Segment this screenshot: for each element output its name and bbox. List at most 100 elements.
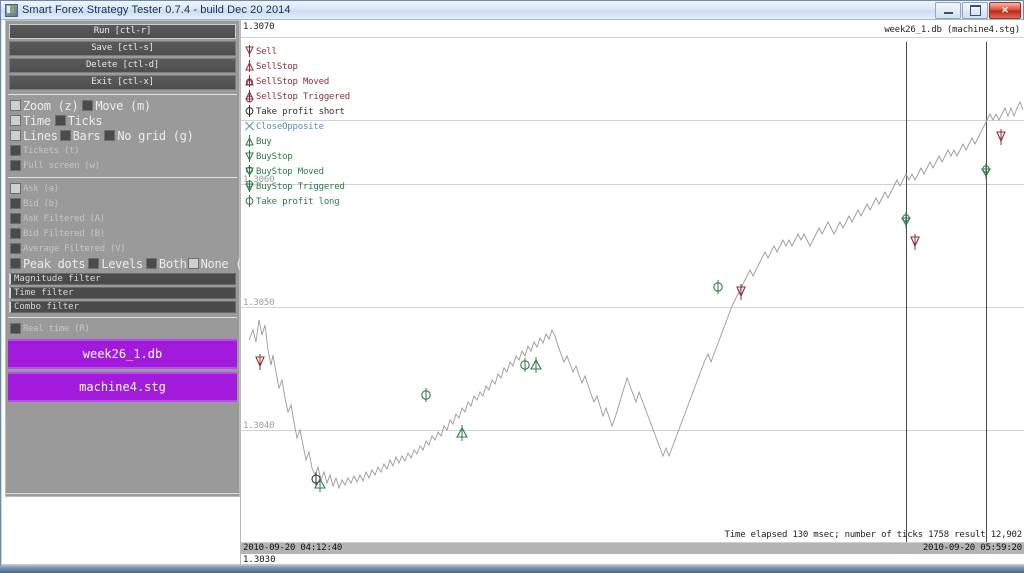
lines-checkbox[interactable] [10,130,21,141]
no-grid-label: No grid (g) [117,128,194,143]
both-checkbox[interactable] [145,258,157,269]
bid-filtered-row: Bid Filtered (B) [6,226,239,241]
buystop-triggered-marker-icon [245,180,254,193]
window-controls: ✕ [935,2,1021,19]
move-label: Move (m) [95,98,151,113]
no-grid-checkbox[interactable] [104,130,116,141]
legend-item: SellStop Triggered [244,89,350,104]
legend-label: SellStop [256,61,298,72]
ask-filtered-row: Ask Filtered (A) [6,211,239,226]
time-label: Time [23,113,51,128]
close-button[interactable]: ✕ [989,2,1021,19]
legend-item: BuyStop [244,149,350,164]
legend-item: Take profit short [244,104,350,119]
combo-filter-input[interactable]: Combo filter [9,301,236,313]
zoom-label: Zoom (z) [23,98,79,113]
title-bar[interactable]: Smart Forex Strategy Tester 0.7.4 - buil… [1,1,1023,20]
realtime-label: Real time (R) [23,323,90,334]
peak-mode-row: Peak dots Levels Both None (P) [6,256,256,271]
db-file-button[interactable]: week26_1.db [8,339,237,369]
sell-marker-icon [245,45,254,57]
legend-item: Buy [244,134,350,149]
ticks-checkbox[interactable] [54,115,66,126]
bid-label: Bid (b) [23,198,59,209]
sellstop-marker-icon [245,60,254,72]
run-status-text: Time elapsed 130 msec; number of ticks 1… [724,530,1023,540]
legend-label: SellStop Triggered [256,91,350,102]
legend-label: Take profit short [256,106,345,117]
fullscreen-checkbox[interactable] [10,160,21,171]
realtime-checkbox[interactable] [10,323,21,334]
view-mode-row-3: Lines Bars No grid (g) [6,128,239,143]
legend-item: CloseOpposite [244,119,350,134]
none-checkbox[interactable] [187,258,199,269]
sellstop-moved-marker-icon [245,75,254,87]
average-filtered-checkbox[interactable] [10,243,21,254]
legend-label: Take profit long [256,196,340,207]
sidebar-bottom-divider [6,493,239,494]
time-checkbox[interactable] [10,115,21,126]
fullscreen-label: Full screen (w) [23,160,100,171]
divider [8,94,237,95]
bars-checkbox[interactable] [59,130,71,141]
bid-checkbox[interactable] [10,198,21,209]
bid-filtered-label: Bid Filtered (B) [23,228,105,239]
bid-row: Bid (b) [6,196,239,211]
vertical-cursor-lines [906,42,987,553]
both-label: Both [158,256,187,271]
fullscreen-row: Full screen (w) [6,158,239,173]
buystop-moved-marker-icon [245,165,254,177]
lines-label: Lines [23,128,58,143]
ask-checkbox[interactable] [10,183,21,194]
divider-2 [8,177,237,178]
time-axis-bar[interactable]: 2010-09-20 04:12:40 2010-09-20 05:59:20 [241,542,1024,554]
time-filter-input[interactable]: Time filter [9,287,236,299]
peak-dots-checkbox[interactable] [10,258,21,269]
y-axis-label-2: 1.3050 [243,298,275,308]
buystop-marker-icon [245,150,254,162]
legend-item: SellStop Moved [244,74,350,89]
price-plot [241,37,1024,554]
legend-label: CloseOpposite [256,121,324,132]
time-start-label: 2010-09-20 04:12:40 [243,543,343,553]
tickets-label: Tickets (t) [23,145,80,156]
legend-item: SellStop [244,59,350,74]
maximize-button[interactable] [962,2,988,19]
take-profit-short-marker-icon [245,105,254,117]
save-button[interactable]: Save [ctl-s] [9,41,236,56]
legend-item: Take profit long [244,194,350,209]
levels-label: Levels [101,256,143,271]
legend-item: BuyStop Moved [244,164,350,179]
legend-item: Sell [244,44,350,59]
chart-panel[interactable]: 1.3070 week26_1.db (machine4.stg) 1.3060… [240,20,1024,565]
ask-label: Ask (a) [23,183,59,194]
delete-button[interactable]: Delete [ctl-d] [9,58,236,73]
legend-label: Buy [256,136,272,147]
zoom-checkbox[interactable] [10,100,21,111]
exit-button[interactable]: Exit [ctl-x] [9,75,236,90]
minimize-button[interactable] [935,2,961,19]
levels-checkbox[interactable] [88,258,100,269]
stg-file-button[interactable]: machine4.stg [8,372,237,402]
window-title: Smart Forex Strategy Tester 0.7.4 - buil… [22,4,291,16]
legend-label: Sell [256,46,277,57]
average-filtered-label: Average Filtered (V) [23,243,126,254]
legend-label: BuyStop Moved [256,166,324,177]
bid-filtered-checkbox[interactable] [10,228,21,239]
tickets-checkbox[interactable] [10,145,21,156]
taskbar[interactable] [0,566,1024,573]
buy-marker-icon [245,135,254,147]
legend-item: BuyStop Triggered [244,179,350,194]
peak-dots-label: Peak dots [23,256,86,271]
realtime-row: Real time (R) [6,321,239,336]
magnitude-filter-input[interactable]: Magnitude filter [9,273,236,285]
tickets-row: Tickets (t) [6,143,239,158]
bars-label: Bars [72,128,101,143]
action-buttons: Run [ctl-r] Save [ctl-s] Delete [ctl-d] … [6,21,239,90]
move-checkbox[interactable] [82,100,94,111]
ask-filtered-checkbox[interactable] [10,213,21,224]
view-mode-row-2: Time Ticks [6,113,239,128]
run-button[interactable]: Run [ctl-r] [9,24,236,39]
app-icon [5,3,18,17]
legend-label: BuyStop Triggered [256,181,345,192]
